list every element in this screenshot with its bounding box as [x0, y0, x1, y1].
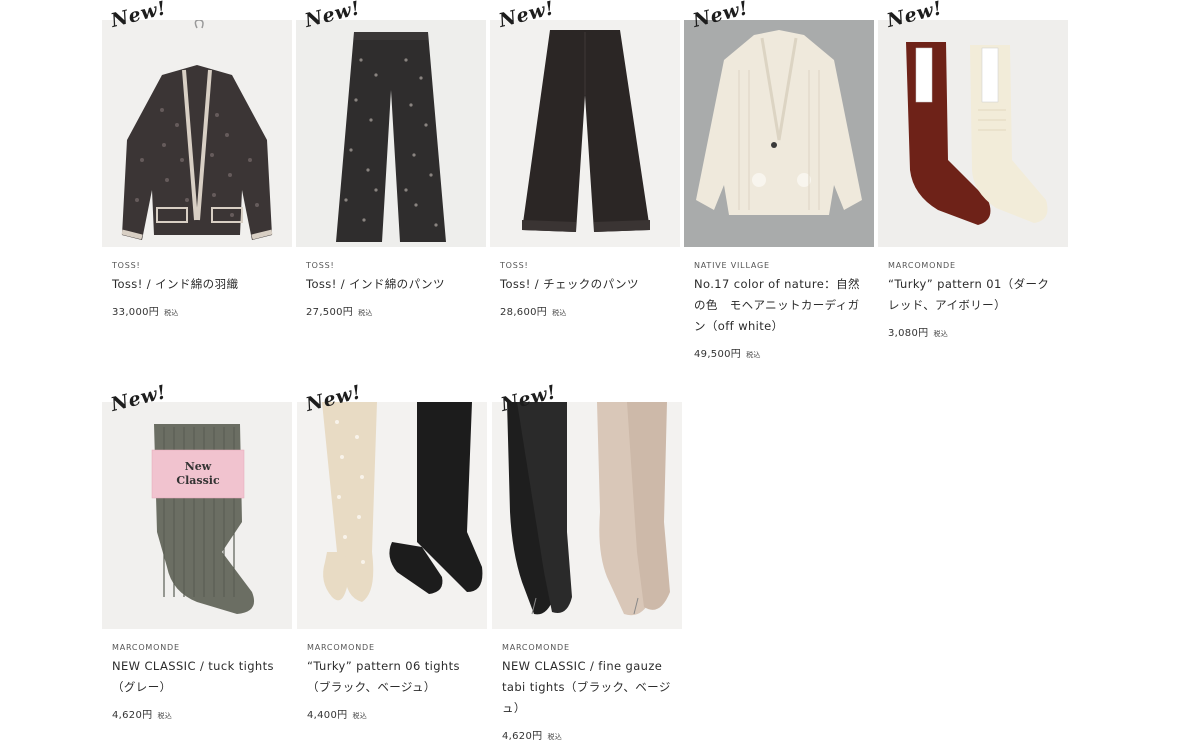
- svg-text:Classic: Classic: [176, 474, 220, 487]
- product-price: 3,080円 税込: [888, 324, 1068, 339]
- product-brand: MARCOMONDE: [502, 643, 570, 652]
- tax-label: 税込: [352, 712, 368, 720]
- price-value: 4,620円: [502, 731, 543, 742]
- product-price: 33,000円 税込: [112, 303, 292, 318]
- product-name[interactable]: NEW CLASSIC / tuck tights（グレー）: [112, 656, 284, 698]
- product-name[interactable]: NEW CLASSIC / fine gauze tabi tights（ブラッ…: [502, 656, 674, 719]
- tuck-tights-image[interactable]: New Classic: [102, 402, 292, 629]
- price-value: 28,600円: [500, 307, 548, 318]
- product-brand: NATIVE VILLAGE: [694, 261, 770, 270]
- product-card[interactable]: New! MARCOMONDE NEW CLASSIC / fine gauze…: [492, 381, 682, 742]
- product-name[interactable]: Toss! / インド綿のパンツ: [306, 274, 478, 295]
- product-price: 49,500円 税込: [694, 345, 874, 360]
- pattern-tights-image[interactable]: [297, 402, 487, 629]
- tax-label: 税込: [164, 309, 179, 317]
- socks-image[interactable]: [878, 20, 1068, 247]
- dark-pants-image[interactable]: [490, 20, 680, 247]
- product-price: 4,620円 税込: [112, 706, 292, 721]
- product-name[interactable]: Toss! / チェックのパンツ: [500, 274, 672, 295]
- tax-label: 税込: [746, 351, 761, 359]
- product-row-1: New! Toss! Toss! / インド綿の羽織: [102, 0, 1068, 360]
- product-name[interactable]: No.17 color of nature：自然の色 モヘアニットカーディガン（…: [694, 274, 866, 337]
- price-value: 3,080円: [888, 328, 929, 339]
- product-row-2: New! New Classic MARCOMONDE NEW CLASSIC …: [102, 381, 682, 742]
- product-price: 27,500円 税込: [306, 303, 486, 318]
- product-name[interactable]: “Turky” pattern 01（ダークレッド、アイボリー）: [888, 274, 1060, 316]
- price-value: 4,620円: [112, 710, 153, 721]
- product-brand: Toss!: [500, 261, 529, 270]
- product-card[interactable]: New! NATIVE VILLAGE No.17 color of natur…: [684, 0, 874, 360]
- price-value: 49,500円: [694, 349, 742, 360]
- product-price: 4,400円 税込: [307, 706, 487, 721]
- tabi-tights-image[interactable]: [492, 402, 682, 629]
- product-price: 4,620円 税込: [502, 727, 682, 742]
- price-value: 4,400円: [307, 710, 348, 721]
- product-brand: MARCOMONDE: [112, 643, 180, 652]
- product-price: 28,600円 税込: [500, 303, 680, 318]
- product-card[interactable]: New! Toss! Toss! / インド綿の羽織: [102, 0, 292, 360]
- tax-label: 税込: [547, 733, 563, 741]
- product-card[interactable]: New! Toss! Toss! / チェックのパンツ 28,600円 税込: [490, 0, 680, 360]
- product-name[interactable]: Toss! / インド綿の羽織: [112, 274, 284, 295]
- tax-label: 税込: [157, 712, 173, 720]
- patterned-pants-image[interactable]: [296, 20, 486, 247]
- product-card[interactable]: New! MARCOMONDE “Turky” pattern 01（ダークレッ…: [878, 0, 1068, 360]
- product-brand: MARCOMONDE: [888, 261, 956, 270]
- product-brand: Toss!: [306, 261, 335, 270]
- price-value: 27,500円: [306, 307, 354, 318]
- product-name[interactable]: “Turky” pattern 06 tights（ブラック、ベージュ）: [307, 656, 479, 698]
- product-brand: Toss!: [112, 261, 141, 270]
- price-value: 33,000円: [112, 307, 160, 318]
- product-brand: MARCOMONDE: [307, 643, 375, 652]
- cardigan-image[interactable]: [684, 20, 874, 247]
- svg-text:New: New: [185, 460, 212, 473]
- tax-label: 税込: [358, 309, 373, 317]
- tax-label: 税込: [933, 330, 949, 338]
- jacket-image[interactable]: [102, 20, 292, 247]
- product-card[interactable]: New! New Classic MARCOMONDE NEW CLASSIC …: [102, 381, 292, 742]
- tax-label: 税込: [552, 309, 567, 317]
- product-card[interactable]: New! Toss! Toss! / インド綿のパンツ 27,500円 税込: [296, 0, 486, 360]
- product-card[interactable]: New! MARCOMONDE “Turky” pattern 06 tight…: [297, 381, 487, 742]
